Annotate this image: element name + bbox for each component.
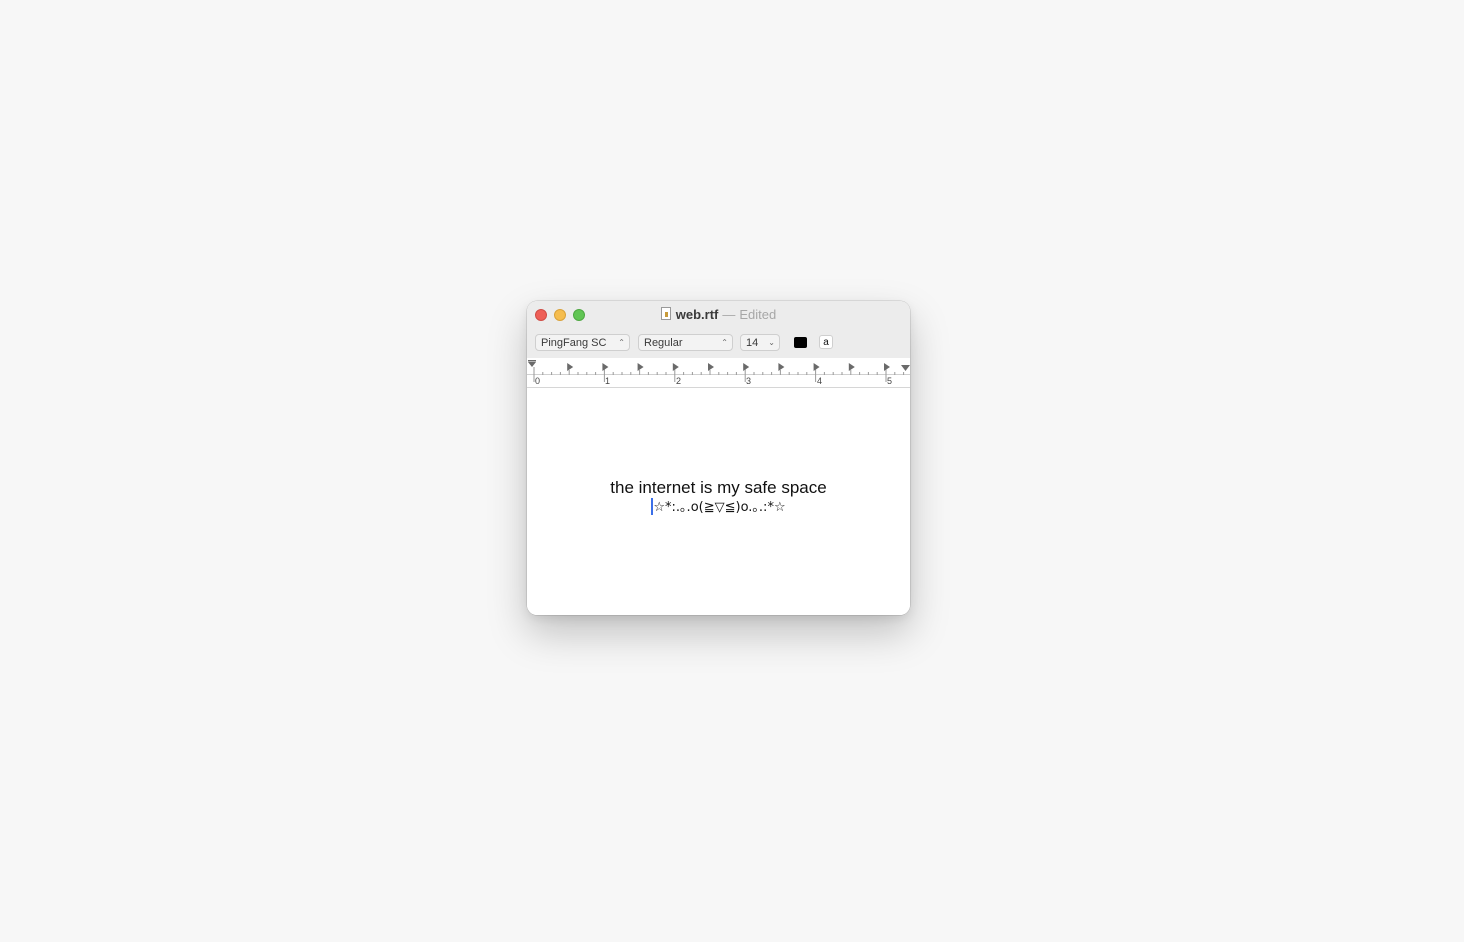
ruler-label: 2: [676, 376, 681, 386]
font-size-value: 14: [746, 337, 759, 349]
ruler-labels: 0 1 2 3 4 5: [535, 376, 892, 386]
font-family-value: PingFang SC: [541, 337, 607, 349]
ruler-label: 5: [887, 376, 892, 386]
ruler-ticks: [527, 367, 910, 382]
tab-stop-marker[interactable]: [637, 363, 644, 371]
updown-arrows-icon: ⌃: [618, 338, 625, 347]
text-line-1[interactable]: the internet is my safe space: [527, 478, 910, 498]
tab-stop-marker[interactable]: [813, 363, 820, 371]
title-separator: —: [722, 307, 736, 322]
first-line-indent-marker[interactable]: [528, 362, 536, 367]
file-name: web.rtf: [675, 307, 719, 322]
tab-stop-marker[interactable]: [672, 363, 679, 371]
right-margin-marker[interactable]: [901, 365, 910, 371]
ruler-label: 1: [605, 376, 610, 386]
tab-stop-marker[interactable]: [567, 363, 574, 371]
tab-stop-marker[interactable]: [848, 363, 855, 371]
edited-status: Edited: [739, 307, 777, 322]
text-area[interactable]: the internet is my safe space ☆*:.｡.o(≧▽…: [527, 388, 910, 615]
window-title[interactable]: web.rtf — Edited: [527, 306, 910, 324]
first-line-indent-bar[interactable]: [528, 360, 536, 362]
ruler-graphic: 0 1 2 3 4 5: [527, 360, 910, 386]
text-line-2[interactable]: ☆*:.｡.o(≧▽≦)o.｡.:*☆: [527, 498, 910, 518]
font-style-value: Regular: [644, 337, 683, 349]
updown-arrows-icon: ⌃: [721, 338, 728, 347]
chevron-down-icon: ⌄: [768, 338, 775, 347]
text-background-color-button[interactable]: a: [819, 335, 833, 349]
font-style-popup[interactable]: Regular ⌃: [638, 334, 733, 351]
document-icon[interactable]: [660, 307, 671, 320]
format-bar: PingFang SC ⌃ Regular ⌃ 14 ⌄ a: [527, 334, 910, 352]
ruler-label: 3: [746, 376, 751, 386]
ruler-label: 0: [535, 376, 540, 386]
kaomoji-text: ☆*:.｡.o(≧▽≦)o.｡.:*☆: [653, 500, 786, 515]
tab-stop-marker[interactable]: [602, 363, 609, 371]
ruler-label: 4: [817, 376, 822, 386]
textedit-window: web.rtf — Edited PingFang SC ⌃ Regular ⌃ 1…: [527, 301, 910, 615]
tab-stop-marker[interactable]: [743, 363, 750, 371]
tab-stop-marker[interactable]: [884, 363, 890, 371]
tab-stop-marker[interactable]: [778, 363, 785, 371]
tab-stops[interactable]: [567, 363, 890, 371]
ruler[interactable]: 0 1 2 3 4 5: [527, 358, 910, 387]
text-color-well[interactable]: [794, 337, 807, 348]
font-family-popup[interactable]: PingFang SC ⌃: [535, 334, 630, 351]
font-size-combo[interactable]: 14 ⌄: [740, 334, 780, 351]
tab-stop-marker[interactable]: [708, 363, 714, 371]
